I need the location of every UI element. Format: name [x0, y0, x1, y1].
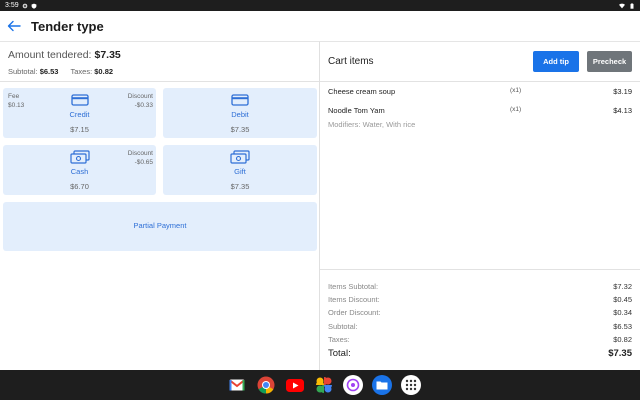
gmail-icon[interactable]	[227, 375, 247, 395]
add-tip-button[interactable]: Add tip	[533, 51, 579, 72]
battery-icon	[630, 2, 634, 9]
app-launcher-icon[interactable]	[401, 375, 421, 395]
wifi-icon	[619, 3, 625, 8]
cart-item-price: $4.13	[613, 106, 632, 115]
subtotal-label: Subtotal:	[8, 67, 38, 76]
status-time: 3:59	[5, 2, 19, 9]
credit-fee: Fee $0.13	[8, 92, 24, 110]
debit-tender-tile[interactable]: Debit $7.35	[163, 88, 317, 138]
shield-icon	[31, 3, 37, 9]
summary-taxes-value: $0.82	[613, 335, 632, 344]
amount-tendered-value: $7.35	[94, 49, 121, 61]
gift-card-icon	[230, 150, 250, 164]
app-bar: Tender type	[0, 11, 640, 41]
cart-title: Cart items	[328, 56, 374, 67]
credit-fee-value: $0.13	[8, 102, 25, 109]
items-discount-value: $0.45	[613, 295, 632, 304]
total-label: Total:	[328, 348, 351, 359]
items-subtotal-value: $7.32	[613, 282, 632, 291]
files-icon[interactable]	[372, 375, 392, 395]
cash-icon	[69, 150, 90, 164]
items-subtotal-label: Items Subtotal:	[328, 282, 379, 291]
credit-card-icon	[231, 94, 249, 106]
credit-card-icon	[70, 94, 89, 106]
partial-payment-tile[interactable]: Partial Payment	[3, 202, 317, 251]
gift-amount: $7.35	[230, 182, 250, 191]
credit-discount-value: -$0.33	[134, 102, 153, 109]
youtube-icon[interactable]	[285, 375, 305, 395]
gift-tender-tile[interactable]: Gift $7.35	[163, 145, 317, 195]
subtotal-value: $6.53	[39, 67, 59, 76]
tender-panel: Amount tendered: $7.35 Subtotal: $6.53 Ta…	[0, 41, 320, 370]
credit-fee-label: Fee	[8, 93, 20, 100]
cart-item-price: $3.19	[613, 87, 632, 96]
divider	[0, 81, 319, 82]
cash-tender-tile[interactable]: Discount -$0.65 Cash $6.70	[3, 145, 156, 195]
cash-label: Cash	[70, 167, 89, 176]
tender-totals: Subtotal: $6.53 Taxes: $0.82	[8, 67, 113, 76]
taxes-value: $0.82	[94, 67, 114, 76]
page-title: Tender type	[31, 18, 104, 34]
debit-label: Debit	[231, 110, 249, 119]
cash-discount-value: -$0.65	[134, 159, 153, 166]
cart-item-name: Cheese cream soup	[328, 87, 396, 96]
partial-payment-label: Partial Payment	[133, 221, 187, 230]
credit-label: Credit	[69, 110, 90, 119]
cart-item-qty: (x1)	[510, 87, 522, 94]
taskbar	[0, 370, 640, 400]
precheck-button[interactable]: Precheck	[587, 51, 632, 72]
summary-taxes-label: Taxes:	[328, 335, 350, 344]
credit-discount: Discount -$0.33	[128, 92, 153, 110]
cash-discount-label: Discount	[127, 150, 153, 157]
cart-item-qty: (x1)	[510, 106, 522, 113]
debit-amount: $7.35	[230, 125, 250, 134]
back-button[interactable]	[2, 14, 26, 38]
summary-subtotal-label: Subtotal:	[328, 322, 358, 331]
amount-tendered-label: Amount tendered:	[8, 49, 92, 61]
settings-icon	[22, 3, 27, 8]
gift-label: Gift	[234, 167, 246, 176]
total-value: $7.35	[608, 348, 632, 359]
podcasts-icon[interactable]	[343, 375, 363, 395]
cart-item-name: Noodle Tom Yam	[328, 106, 385, 115]
items-discount-label: Items Discount:	[328, 295, 380, 304]
credit-tender-tile[interactable]: Fee $0.13 Discount -$0.33 Credit $7.15	[3, 88, 156, 138]
status-bar: 3:59	[0, 0, 640, 11]
chrome-icon[interactable]	[256, 375, 276, 395]
credit-amount: $7.15	[70, 125, 89, 134]
order-discount-value: $0.34	[613, 308, 632, 317]
cart-item-modifiers: Modifiers: Water, With rice	[328, 120, 416, 129]
credit-discount-label: Discount	[127, 93, 153, 100]
divider	[320, 269, 640, 270]
divider	[320, 81, 640, 82]
order-discount-label: Order Discount:	[328, 308, 381, 317]
cash-discount: Discount -$0.65	[128, 149, 153, 167]
photos-icon[interactable]	[314, 375, 334, 395]
cash-amount: $6.70	[70, 182, 89, 191]
amount-tendered: Amount tendered: $7.35	[8, 49, 121, 61]
arrow-back-icon	[7, 20, 21, 32]
taxes-label: Taxes:	[70, 67, 93, 76]
summary-subtotal-value: $6.53	[613, 322, 632, 331]
cart-panel: Cart items Add tip Precheck Cheese cream…	[320, 41, 640, 370]
